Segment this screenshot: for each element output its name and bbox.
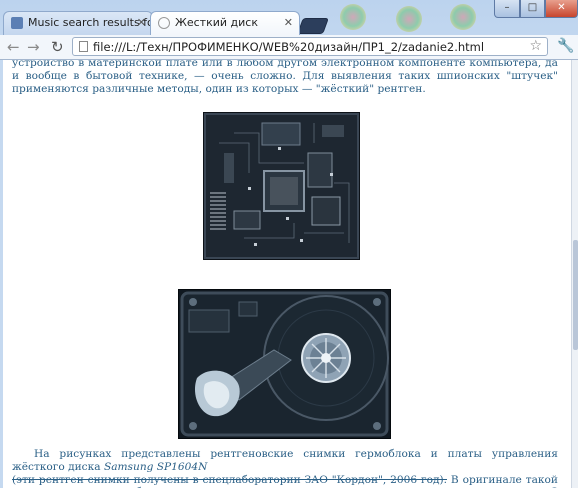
page-icon <box>158 17 170 29</box>
page-icon <box>79 41 88 52</box>
disk-model: Samsung SP1604N <box>103 460 208 473</box>
tab-title: Жесткий диск <box>175 16 258 29</box>
music-search-icon <box>11 17 23 29</box>
tab-hard-disk[interactable]: Жесткий диск ✕ <box>150 11 300 35</box>
toolbar: ← → ↻ file:///L:/Техн/ПРОФИМЕНКО/WEB%20д… <box>0 35 578 60</box>
star-icon[interactable]: ☆ <box>529 38 542 54</box>
tab-strip: Music search results for Sys ✕ Жесткий д… <box>0 0 578 35</box>
reload-icon[interactable]: ↻ <box>51 38 64 56</box>
xray-circuit-board-image <box>203 112 360 260</box>
close-window-button[interactable]: ✕ <box>545 0 578 18</box>
strikethrough-note: (эти рентген снимки получены в спецлабор… <box>12 473 447 486</box>
new-tab-button[interactable] <box>297 18 329 34</box>
minimize-button[interactable]: – <box>494 0 520 18</box>
tab-title: Music search results for Sys <box>28 16 152 29</box>
tab-music-search[interactable]: Music search results for Sys ✕ <box>3 11 153 35</box>
close-tab-icon[interactable]: ✕ <box>137 16 146 29</box>
wrench-icon[interactable]: 🔧 <box>557 38 574 54</box>
close-tab-icon[interactable]: ✕ <box>284 16 293 29</box>
url-text: file:///L:/Техн/ПРОФИМЕНКО/WEB%20дизайн/… <box>93 40 485 54</box>
background-decoration <box>340 2 480 32</box>
paragraph-top: устройство в материнской плате или в люб… <box>12 60 558 95</box>
scrollbar-thumb[interactable] <box>573 240 578 350</box>
maximize-button[interactable]: □ <box>520 0 545 18</box>
vertical-scrollbar[interactable] <box>571 60 578 488</box>
page-content: устройство в материнской плате или в люб… <box>3 60 571 488</box>
paragraph-bottom: На рисунках представлены рентгеновские с… <box>12 448 558 488</box>
paragraph-text: На рисунках представлены рентгеновские с… <box>12 448 558 473</box>
address-bar[interactable]: file:///L:/Техн/ПРОФИМЕНКО/WEB%20дизайн/… <box>72 37 548 56</box>
back-arrow-icon[interactable]: ← <box>7 38 20 56</box>
forward-arrow-icon[interactable]: → <box>27 38 40 56</box>
xray-hdd-image <box>178 289 391 439</box>
browser-window: Music search results for Sys ✕ Жесткий д… <box>0 0 578 488</box>
